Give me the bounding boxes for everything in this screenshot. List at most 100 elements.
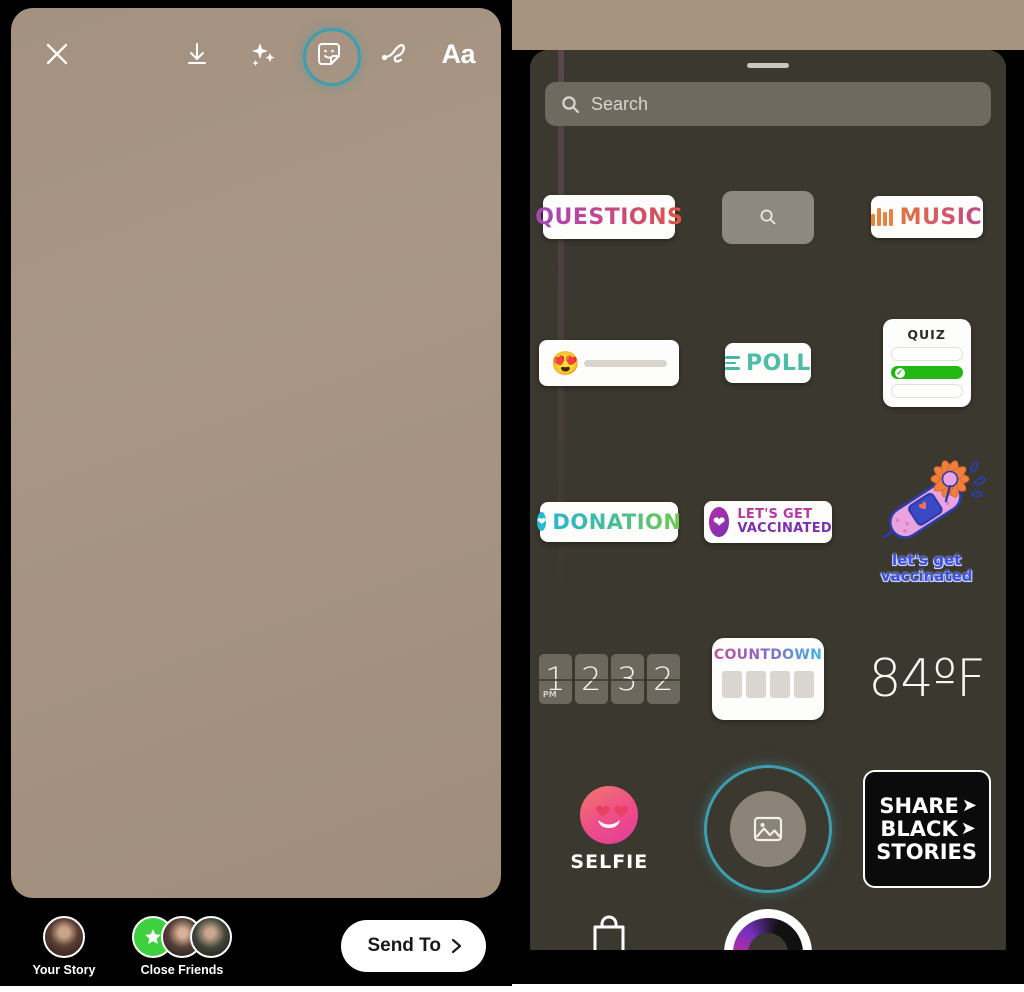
- sticker-row: ❤: [530, 909, 1006, 950]
- text-icon[interactable]: Aa: [441, 40, 475, 68]
- gif-sticker[interactable]: [721, 190, 814, 244]
- instagram-swirl-core: [747, 933, 788, 950]
- sticker-row: ❤ DONATION ❤ LET'S GET VACCINATED let's …: [530, 434, 1006, 609]
- sbs-line-3-text: STORIES: [876, 839, 978, 864]
- quiz-option: [890, 384, 963, 399]
- right-bottom-edge: [512, 984, 1024, 992]
- sbs-line-2: BLACK ➤: [880, 816, 976, 841]
- search-icon: [562, 95, 580, 113]
- check-icon: ✓: [894, 367, 905, 378]
- poll-sticker[interactable]: POLL: [724, 343, 811, 383]
- audience-close-friends[interactable]: Close Friends: [130, 915, 234, 977]
- photo-sticker-circle: [729, 791, 806, 867]
- sticker-row: 😍 POLL QUIZ ✓: [530, 292, 1006, 434]
- questions-sticker-label: QUESTIONS: [535, 204, 684, 230]
- sticker-cell: MUSIC: [852, 142, 1002, 292]
- music-bars-icon: [871, 208, 893, 226]
- screen-root: Aa Your Story Close Friends Send To Sear…: [0, 0, 1024, 992]
- countdown-blocks: [721, 671, 814, 698]
- story-editor-panel: Aa Your Story Close Friends Send To: [0, 0, 512, 992]
- sbs-line-1: SHARE ➤: [879, 795, 977, 817]
- countdown-sticker-label: COUNTDOWN: [713, 647, 823, 663]
- quiz-sticker-label: QUIZ: [907, 327, 946, 342]
- temperature-sticker[interactable]: 84ºF: [868, 649, 986, 709]
- audience-group: Your Story Close Friends: [26, 915, 234, 977]
- sticker-sheet: Search QUESTIONS MUSIC 😍 POLL QUIZ ✓ ❤ D…: [530, 50, 1006, 950]
- left-bottom-edge: [0, 986, 512, 992]
- audience-your-story[interactable]: Your Story: [26, 915, 102, 977]
- clock-digit: 2: [574, 654, 608, 704]
- sticker-row: QUESTIONS MUSIC: [530, 142, 1006, 292]
- your-story-avatar-row: [43, 915, 85, 959]
- audience-label: Your Story: [32, 963, 96, 977]
- sticker-cell: 84ºF: [852, 609, 1002, 749]
- story-canvas[interactable]: [11, 8, 501, 898]
- image-icon: [753, 816, 783, 842]
- draw-icon[interactable]: [375, 34, 415, 74]
- clock-digit: 1 PM: [538, 654, 572, 704]
- poll-lines-icon: [725, 356, 741, 370]
- donation-sticker[interactable]: ❤ DONATION: [537, 501, 681, 542]
- sticker-cell: 😍: [534, 292, 684, 434]
- music-sticker[interactable]: MUSIC: [870, 196, 983, 238]
- clock-sticker[interactable]: 1 PM 2 3 2: [538, 654, 680, 704]
- slider-track[interactable]: [583, 359, 668, 367]
- flower-label-line2: vaccinated: [880, 566, 973, 585]
- effects-icon[interactable]: [243, 34, 283, 74]
- sticker-icon[interactable]: [303, 28, 362, 86]
- close-icon[interactable]: [37, 34, 77, 74]
- questions-sticker[interactable]: QUESTIONS: [535, 195, 683, 248]
- vaccinated-flower-sticker[interactable]: let's get vaccinated: [868, 459, 986, 585]
- send-to-label: Send To: [367, 935, 441, 956]
- poll-sticker-label: POLL: [746, 350, 811, 376]
- sticker-cell: QUIZ ✓: [852, 292, 1002, 434]
- avatar: [43, 916, 85, 958]
- selfie-sticker[interactable]: SELFIE: [570, 785, 649, 873]
- save-icon[interactable]: [177, 34, 217, 74]
- countdown-sticker[interactable]: COUNTDOWN: [711, 638, 824, 720]
- close-friends-avatar-row: [132, 915, 232, 959]
- vax-label-line2: VACCINATED: [737, 520, 832, 536]
- photo-sticker[interactable]: [703, 765, 832, 893]
- sticker-tray-panel: Search QUESTIONS MUSIC 😍 POLL QUIZ ✓ ❤ D…: [512, 0, 1024, 992]
- sbs-line-2-text: BLACK: [880, 816, 958, 841]
- sticker-cell: [534, 909, 684, 950]
- music-sticker-label: MUSIC: [899, 204, 983, 230]
- quiz-option-correct: ✓: [890, 365, 963, 380]
- quiz-sticker[interactable]: QUIZ ✓: [882, 319, 971, 407]
- send-to-button[interactable]: Send To: [341, 920, 486, 972]
- sticker-cell: QUESTIONS: [534, 142, 684, 292]
- sticker-cell: let's get vaccinated: [852, 434, 1002, 609]
- sticker-cell: POLL: [693, 292, 843, 434]
- story-toolbar: Aa: [11, 8, 501, 100]
- selfie-sticker-label: SELFIE: [570, 850, 649, 873]
- toolbar-right-group: Aa: [177, 28, 475, 86]
- avatar: [190, 916, 232, 958]
- chevron-right-icon: [451, 938, 462, 954]
- heart-eyes-emoji-icon: 😍: [551, 349, 580, 376]
- drag-handle[interactable]: [747, 63, 789, 68]
- lets-get-vaccinated-sticker[interactable]: ❤ LET'S GET VACCINATED: [703, 500, 832, 543]
- share-black-stories-sticker[interactable]: SHARE ➤ BLACK ➤ STORIES: [862, 770, 991, 888]
- sticker-cell: ❤: [693, 909, 843, 950]
- emoji-slider-sticker[interactable]: 😍: [539, 340, 680, 386]
- sbs-line-3: STORIES: [876, 839, 978, 864]
- instagram-swirl-ring-icon: [732, 918, 803, 950]
- zigzag-icon: ➤: [960, 818, 976, 839]
- search-icon: [760, 209, 776, 225]
- sticker-row: 1 PM 2 3 2 COUNTDOWN 84ºF: [530, 609, 1006, 749]
- zigzag-icon: ➤: [961, 795, 977, 816]
- sticker-cell: 1 PM 2 3 2: [534, 609, 684, 749]
- quiz-option: [890, 347, 963, 361]
- vaccinated-flower-label: let's get vaccinated: [880, 552, 973, 585]
- sticker-cell: ❤ LET'S GET VACCINATED: [693, 434, 843, 609]
- sticker-row: SELFIE SHARE ➤ BLACK ➤ STORIES: [530, 749, 1006, 909]
- tray-top-strip: [512, 0, 1024, 50]
- vax-label-line1: LET'S GET: [737, 506, 813, 522]
- bandage-flower-illustration-icon: [882, 460, 986, 539]
- search-input[interactable]: Search: [545, 82, 991, 126]
- sticker-cell: SHARE ➤ BLACK ➤ STORIES: [852, 749, 1002, 909]
- instagram-swirl-sticker[interactable]: ❤: [723, 909, 812, 950]
- shopping-bag-icon[interactable]: [585, 909, 633, 950]
- clock-ampm: PM: [542, 690, 557, 699]
